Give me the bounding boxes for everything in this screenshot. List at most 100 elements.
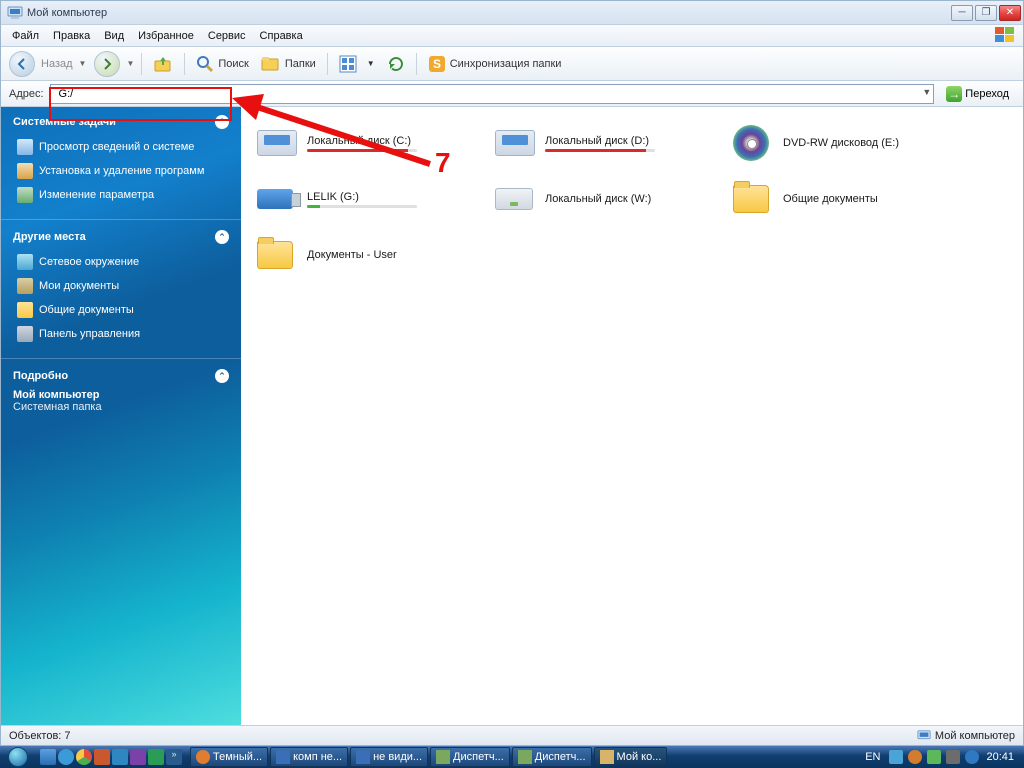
folders-button[interactable]: Папки — [257, 52, 320, 76]
documents-icon — [17, 278, 33, 294]
language-indicator[interactable]: EN — [861, 751, 884, 763]
task-item[interactable]: комп не... — [270, 747, 348, 767]
back-button[interactable] — [9, 51, 35, 77]
mycomputer-icon — [7, 5, 23, 21]
address-dropdown-icon[interactable]: ▼ — [922, 87, 931, 97]
collapse-icon: ⌃ — [215, 115, 229, 129]
system-tasks-header[interactable]: Системные задачи ⌃ — [13, 115, 229, 135]
task-item[interactable]: Диспетч... — [430, 747, 510, 767]
menu-tools[interactable]: Сервис — [201, 28, 253, 44]
go-button[interactable]: → Переход — [940, 84, 1015, 104]
place-cpl[interactable]: Панель управления — [13, 322, 229, 346]
other-places-header[interactable]: Другие места ⌃ — [13, 230, 229, 250]
folders-icon — [261, 55, 281, 73]
hdd-icon — [257, 125, 297, 161]
word-icon — [276, 750, 290, 764]
folder-up-icon — [153, 54, 173, 74]
details-header[interactable]: Подробно ⌃ — [13, 369, 229, 389]
tray-icon[interactable] — [946, 750, 960, 764]
hdd-plain-icon — [495, 181, 535, 217]
drive-e-dvd[interactable]: DVD-RW дисковод (E:) — [733, 119, 953, 167]
collapse-icon: ⌃ — [215, 369, 229, 383]
forward-dropdown[interactable]: ▼ — [124, 59, 134, 68]
menu-edit[interactable]: Правка — [46, 28, 97, 44]
details-type: Системная папка — [13, 401, 229, 413]
ql-ie[interactable] — [58, 749, 74, 765]
ql-app3[interactable] — [130, 749, 146, 765]
ql-app4[interactable] — [148, 749, 164, 765]
drive-g-usb[interactable]: LELIK (G:) — [257, 175, 477, 223]
minimize-button[interactable]: ─ — [951, 5, 973, 21]
task-system-info[interactable]: Просмотр сведений о системе — [13, 135, 229, 159]
ql-chrome[interactable] — [76, 749, 92, 765]
task-item[interactable]: Темный... — [190, 747, 268, 767]
folder-icon — [17, 302, 33, 318]
task-item[interactable]: Диспетч... — [512, 747, 592, 767]
menu-favorite[interactable]: Избранное — [131, 28, 201, 44]
taskbar-clock[interactable]: 20:41 — [984, 751, 1016, 763]
menu-view[interactable]: Вид — [97, 28, 131, 44]
menu-file[interactable]: Файл — [5, 28, 46, 44]
back-label: Назад — [39, 58, 73, 70]
forward-button[interactable] — [94, 51, 120, 77]
up-button[interactable] — [149, 51, 177, 77]
toolbar: Назад ▼ ▼ Поиск Папки ▼ S Синхрониз — [1, 47, 1023, 81]
search-button[interactable]: Поиск — [192, 52, 252, 76]
drive-c[interactable]: Локальный диск (C:) — [257, 119, 477, 167]
firefox-icon — [196, 750, 210, 764]
views-dropdown-icon: ▼ — [365, 59, 375, 68]
info-icon — [17, 139, 33, 155]
drive-w[interactable]: Локальный диск (W:) — [495, 175, 715, 223]
system-tray: EN 20:41 — [853, 750, 1024, 764]
drive-d[interactable]: Локальный диск (D:) — [495, 119, 715, 167]
window-controls: ─ ❐ ✕ — [951, 5, 1021, 21]
ql-expand[interactable]: » — [166, 749, 182, 765]
tasks-pane: Системные задачи ⌃ Просмотр сведений о с… — [1, 107, 241, 725]
sync-refresh-button[interactable] — [383, 52, 409, 76]
refresh-icon — [387, 55, 405, 73]
menu-help[interactable]: Справка — [253, 28, 310, 44]
views-button[interactable]: ▼ — [335, 52, 379, 76]
devmgr-icon — [518, 750, 532, 764]
usb-icon — [257, 181, 297, 217]
tray-icon[interactable] — [889, 750, 903, 764]
dvd-icon — [733, 125, 773, 161]
task-item[interactable]: Мой ко... — [594, 747, 668, 767]
ql-show-desktop[interactable] — [40, 749, 56, 765]
status-location: Мой компьютер — [917, 729, 1015, 743]
task-item[interactable]: не види... — [350, 747, 428, 767]
windows-flag-icon — [995, 27, 1017, 43]
close-button[interactable]: ✕ — [999, 5, 1021, 21]
explorer-window: Мой компьютер ─ ❐ ✕ Файл Правка Вид Избр… — [0, 0, 1024, 746]
ql-app2[interactable] — [112, 749, 128, 765]
address-field[interactable]: ▼ — [50, 84, 935, 104]
sync-icon: S — [428, 55, 446, 73]
place-network[interactable]: Сетевое окружение — [13, 250, 229, 274]
word-icon — [356, 750, 370, 764]
folder-icon — [257, 237, 297, 273]
window-title: Мой компьютер — [27, 7, 951, 19]
titlebar: Мой компьютер ─ ❐ ✕ — [1, 1, 1023, 25]
place-mydocs[interactable]: Мои документы — [13, 274, 229, 298]
taskbar: » Темный... комп не... не види... Диспет… — [0, 746, 1024, 768]
place-shared[interactable]: Общие документы — [13, 298, 229, 322]
programs-icon — [17, 163, 33, 179]
back-dropdown[interactable]: ▼ — [77, 59, 87, 68]
shared-documents[interactable]: Общие документы — [733, 175, 953, 223]
status-object-count: Объектов: 7 — [9, 730, 71, 742]
svg-text:S: S — [433, 57, 441, 71]
maximize-button[interactable]: ❐ — [975, 5, 997, 21]
collapse-icon: ⌃ — [215, 230, 229, 244]
tray-icon[interactable] — [927, 750, 941, 764]
address-input[interactable] — [57, 87, 928, 101]
tray-icon[interactable] — [965, 750, 979, 764]
task-change-setting[interactable]: Изменение параметра — [13, 183, 229, 207]
mycomputer-icon — [917, 729, 931, 743]
search-icon — [196, 55, 214, 73]
tray-icon[interactable] — [908, 750, 922, 764]
user-documents[interactable]: Документы - User — [257, 231, 477, 279]
start-button[interactable] — [0, 746, 36, 768]
task-add-remove[interactable]: Установка и удаление программ — [13, 159, 229, 183]
ql-app1[interactable] — [94, 749, 110, 765]
sync-button[interactable]: S Синхронизация папки — [424, 52, 566, 76]
